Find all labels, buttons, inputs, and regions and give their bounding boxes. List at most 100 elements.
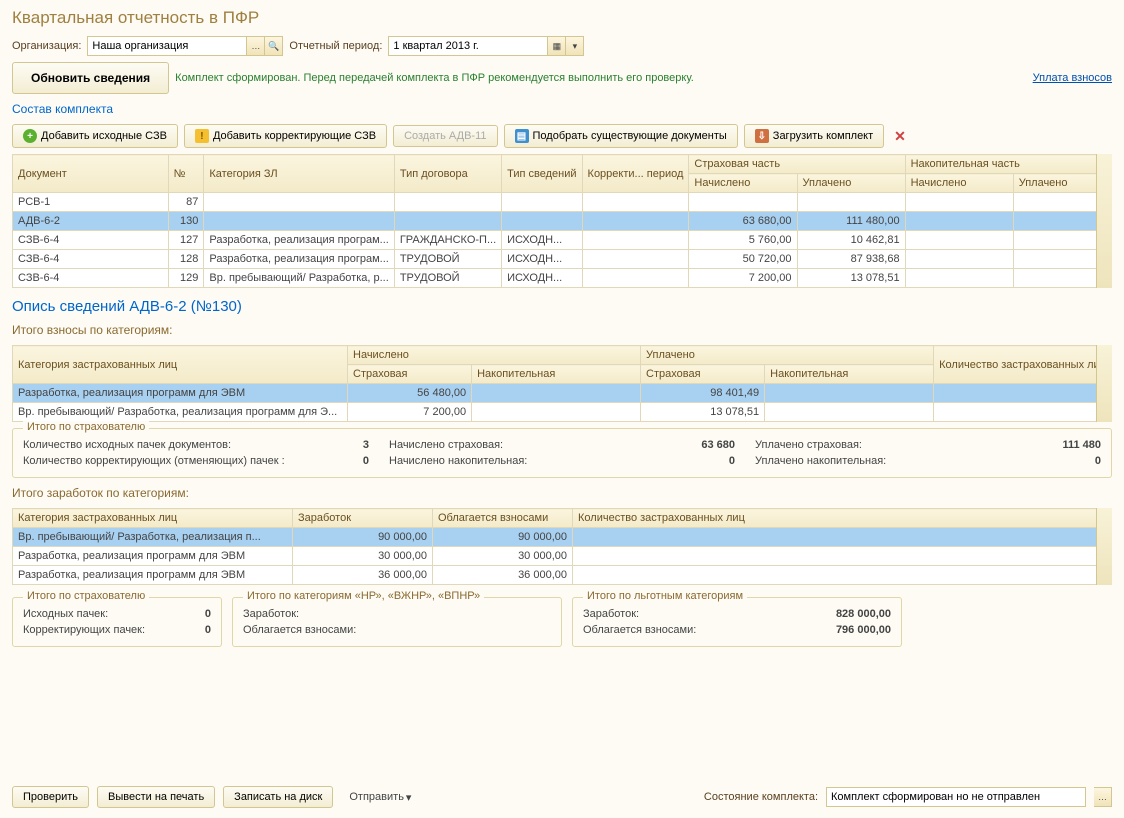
- table-row[interactable]: СЗВ-6-4128Разработка, реализация програм…: [13, 250, 1112, 269]
- cell[interactable]: 56 480,00: [348, 384, 472, 403]
- cell[interactable]: СЗВ-6-4: [13, 250, 169, 269]
- col-count2[interactable]: Количество застрахованных лиц: [934, 346, 1112, 384]
- cell[interactable]: 7 200,00: [689, 269, 797, 288]
- col-p-ins[interactable]: Страховая: [641, 365, 765, 384]
- cell[interactable]: [905, 212, 1013, 231]
- cell[interactable]: [765, 384, 934, 403]
- cell[interactable]: Разработка, реализация програм...: [204, 231, 394, 250]
- cell[interactable]: ИСХОДН...: [502, 250, 582, 269]
- cell[interactable]: [394, 193, 501, 212]
- org-input[interactable]: [87, 36, 247, 56]
- cell[interactable]: Разработка, реализация программ для ЭВМ: [13, 384, 348, 403]
- cell[interactable]: 1: [934, 403, 1112, 422]
- cell[interactable]: СЗВ-6-4: [13, 231, 169, 250]
- check-button[interactable]: Проверить: [12, 786, 89, 808]
- col-p-acc[interactable]: Накопительная: [765, 365, 934, 384]
- add-source-szv-button[interactable]: + Добавить исходные СЗВ: [12, 124, 178, 148]
- cell[interactable]: 13 078,51: [641, 403, 765, 422]
- col-acc[interactable]: Накопительная часть: [905, 155, 1111, 174]
- cell[interactable]: [582, 231, 689, 250]
- cell[interactable]: Разработка, реализация програм...: [204, 250, 394, 269]
- send-label[interactable]: Отправить: [349, 791, 404, 803]
- cell[interactable]: 36 000,00: [293, 566, 433, 585]
- cell[interactable]: [582, 250, 689, 269]
- col-charged2[interactable]: Начислено: [348, 346, 641, 365]
- cell[interactable]: 5 760,00: [689, 231, 797, 250]
- cell[interactable]: [204, 193, 394, 212]
- cell[interactable]: [472, 384, 641, 403]
- status-select-btn[interactable]: …: [1094, 787, 1112, 807]
- cell[interactable]: 87 938,68: [797, 250, 905, 269]
- cell[interactable]: [573, 528, 1112, 547]
- table-row[interactable]: АДВ-6-213063 680,00111 480,00: [13, 212, 1112, 231]
- cell[interactable]: [394, 212, 501, 231]
- table-row[interactable]: Вр. пребывающий/ Разработка, реализация …: [13, 403, 1112, 422]
- table-row[interactable]: СЗВ-6-4127Разработка, реализация програм…: [13, 231, 1112, 250]
- cell[interactable]: ИСХОДН...: [502, 231, 582, 250]
- cell[interactable]: [905, 231, 1013, 250]
- cell[interactable]: [573, 566, 1112, 585]
- col-contract[interactable]: Тип договора: [394, 155, 501, 193]
- cell[interactable]: Разработка, реализация программ для ЭВМ: [13, 547, 293, 566]
- cell[interactable]: [905, 269, 1013, 288]
- pay-contributions-link[interactable]: Уплата взносов: [1033, 72, 1112, 84]
- table-row[interactable]: Разработка, реализация программ для ЭВМ3…: [13, 566, 1112, 585]
- col-earn-count[interactable]: Количество застрахованных лиц: [573, 509, 1112, 528]
- cell[interactable]: [765, 403, 934, 422]
- cell[interactable]: 128: [168, 250, 204, 269]
- cell[interactable]: 30 000,00: [293, 547, 433, 566]
- table-row[interactable]: Разработка, реализация программ для ЭВМ3…: [13, 547, 1112, 566]
- contributions-table[interactable]: Категория застрахованных лиц Начислено У…: [12, 345, 1112, 422]
- cell[interactable]: Разработка, реализация программ для ЭВМ: [13, 566, 293, 585]
- cell[interactable]: [905, 193, 1013, 212]
- col-ins-charged[interactable]: Начислено: [689, 174, 797, 193]
- cell[interactable]: 13 078,51: [797, 269, 905, 288]
- cell[interactable]: [502, 212, 582, 231]
- scrollbar[interactable]: [1096, 508, 1112, 585]
- table-row[interactable]: СЗВ-6-4129Вр. пребывающий/ Разработка, р…: [13, 269, 1112, 288]
- table-row[interactable]: Разработка, реализация программ для ЭВМ5…: [13, 384, 1112, 403]
- cell[interactable]: [204, 212, 394, 231]
- chevron-down-icon[interactable]: ▾: [406, 791, 412, 804]
- col-info[interactable]: Тип сведений: [502, 155, 582, 193]
- calendar-icon[interactable]: ▦: [548, 36, 566, 56]
- cell[interactable]: [689, 193, 797, 212]
- cell[interactable]: 127: [168, 231, 204, 250]
- col-corr[interactable]: Корректи... период: [582, 155, 689, 193]
- cell[interactable]: [582, 212, 689, 231]
- col-ins[interactable]: Страховая часть: [689, 155, 905, 174]
- scrollbar[interactable]: [1096, 154, 1112, 288]
- table-row[interactable]: РСВ-187: [13, 193, 1112, 212]
- col-earn[interactable]: Заработок: [293, 509, 433, 528]
- earnings-table[interactable]: Категория застрахованных лиц Заработок О…: [12, 508, 1112, 585]
- cell[interactable]: [573, 547, 1112, 566]
- col-tax[interactable]: Облагается взносами: [433, 509, 573, 528]
- cell[interactable]: 63 680,00: [689, 212, 797, 231]
- cell[interactable]: 90 000,00: [433, 528, 573, 547]
- col-ch-ins[interactable]: Страховая: [348, 365, 472, 384]
- col-cat2[interactable]: Категория застрахованных лиц: [13, 346, 348, 384]
- cell[interactable]: ТРУДОВОЙ: [394, 250, 501, 269]
- cell[interactable]: 111 480,00: [797, 212, 905, 231]
- col-ch-acc[interactable]: Накопительная: [472, 365, 641, 384]
- cell[interactable]: АДВ-6-2: [13, 212, 169, 231]
- refresh-button[interactable]: Обновить сведения: [12, 62, 169, 94]
- col-doc[interactable]: Документ: [13, 155, 169, 193]
- cell[interactable]: 10 462,81: [797, 231, 905, 250]
- print-button[interactable]: Вывести на печать: [97, 786, 215, 808]
- cell[interactable]: [502, 193, 582, 212]
- create-adv-button[interactable]: Создать АДВ-11: [393, 125, 497, 147]
- cell[interactable]: Вр. пребывающий/ Разработка, реализация …: [13, 403, 348, 422]
- cell[interactable]: ИСХОДН...: [502, 269, 582, 288]
- add-correcting-szv-button[interactable]: ! Добавить корректирующие СЗВ: [184, 124, 387, 148]
- cell[interactable]: 98 401,49: [641, 384, 765, 403]
- cell[interactable]: Вр. пребывающий/ Разработка, р...: [204, 269, 394, 288]
- cell[interactable]: ТРУДОВОЙ: [394, 269, 501, 288]
- cell[interactable]: [797, 193, 905, 212]
- period-input[interactable]: [388, 36, 548, 56]
- cell[interactable]: [582, 269, 689, 288]
- cell[interactable]: [472, 403, 641, 422]
- period-dropdown-btn[interactable]: ▾: [566, 36, 584, 56]
- cell[interactable]: 4: [934, 384, 1112, 403]
- delete-button[interactable]: ✕: [890, 128, 910, 145]
